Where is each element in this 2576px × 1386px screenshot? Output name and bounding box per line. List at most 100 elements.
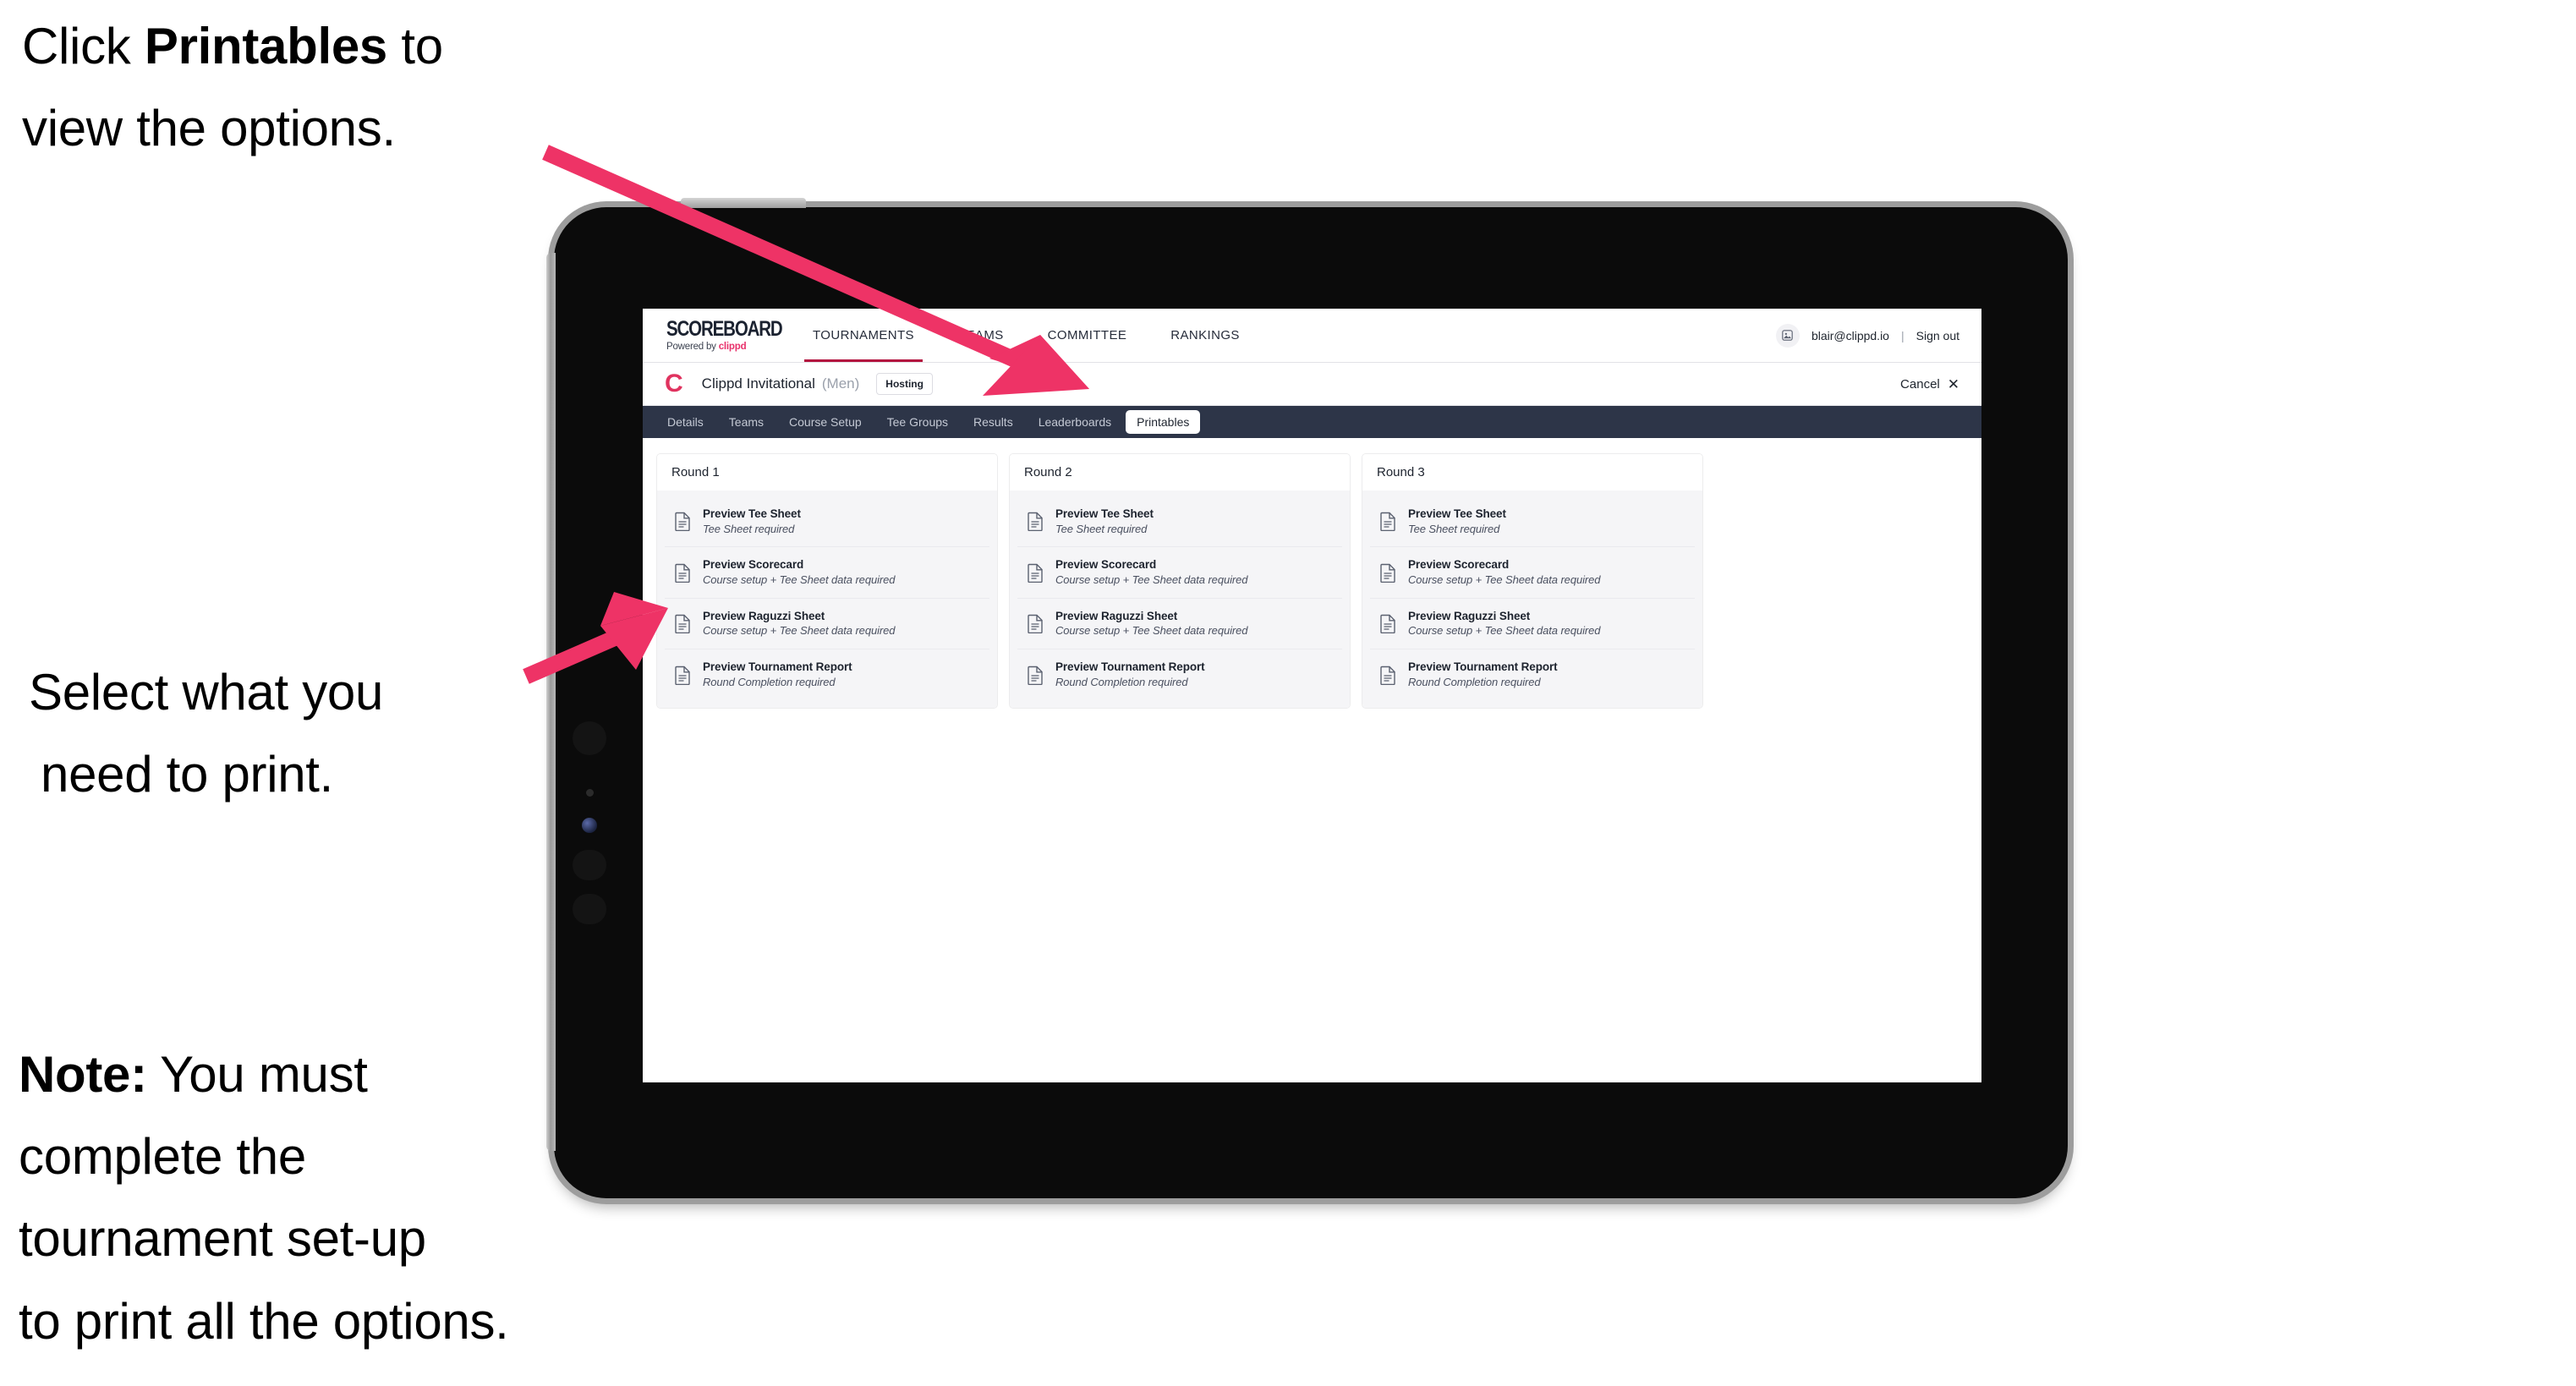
list-item-subtitle: Course setup + Tee Sheet data required	[703, 572, 896, 586]
round-items-list: Preview Tee Sheet Tee Sheet required Pre…	[657, 490, 997, 708]
nav-item-committee[interactable]: COMMITTEE	[1026, 309, 1149, 362]
tab-course-setup[interactable]: Course Setup	[778, 410, 873, 434]
annotation-text-line2: view the options.	[22, 100, 396, 157]
list-item-subtitle: Course setup + Tee Sheet data required	[1055, 624, 1248, 638]
cancel-button[interactable]: Cancel ✕	[1900, 377, 1959, 392]
round-title: Round 3	[1362, 454, 1702, 490]
document-icon	[1028, 512, 1044, 532]
list-item[interactable]: Preview Scorecard Course setup + Tee She…	[1370, 547, 1695, 599]
tournament-gender: (Men)	[821, 375, 860, 392]
annotation-note-rest: You must	[146, 1046, 368, 1103]
list-item-text: Preview Scorecard Course setup + Tee She…	[1055, 558, 1247, 586]
annotation-text-suffix: to	[386, 18, 443, 74]
annotation-text-bold: Printables	[144, 18, 387, 74]
tab-teams[interactable]: Teams	[718, 410, 775, 434]
list-item[interactable]: Preview Raguzzi Sheet Course setup + Tee…	[665, 598, 989, 650]
round-items-list: Preview Tee Sheet Tee Sheet required Pre…	[1010, 490, 1350, 708]
tablet-screen: SCOREBOARD Powered by clippd TOURNAMENTS…	[643, 309, 1981, 1082]
list-item-subtitle: Round Completion required	[703, 675, 836, 688]
annotation-middle-line1: Select what you	[29, 664, 384, 720]
list-item[interactable]: Preview Scorecard Course setup + Tee She…	[665, 547, 989, 599]
annotation-click-printables: Click Printables to view the options.	[22, 5, 580, 169]
list-item-text: Preview Tournament Report Round Completi…	[703, 660, 852, 688]
list-item-text: Preview Raguzzi Sheet Course setup + Tee…	[1055, 610, 1247, 638]
tablet-volume-down-button[interactable]	[573, 850, 606, 880]
list-item-title: Preview Tee Sheet	[1408, 507, 1506, 520]
tab-leaderboards[interactable]: Leaderboards	[1028, 410, 1122, 434]
list-item[interactable]: Preview Tournament Report Round Completi…	[1017, 649, 1342, 700]
list-item-title: Preview Raguzzi Sheet	[1408, 609, 1531, 622]
list-item-subtitle: Tee Sheet required	[1055, 522, 1148, 535]
document-icon	[675, 512, 691, 532]
list-item[interactable]: Preview Raguzzi Sheet Course setup + Tee…	[1370, 598, 1695, 650]
round-items-list: Preview Tee Sheet Tee Sheet required Pre…	[1362, 490, 1702, 708]
logo-brand-name: clippd	[718, 341, 747, 352]
list-item-title: Preview Tournament Report	[703, 660, 852, 674]
list-item-text: Preview Tee Sheet Tee Sheet required	[703, 507, 801, 535]
document-icon	[675, 563, 691, 583]
document-icon	[1028, 666, 1044, 685]
tournament-name: Clippd Invitational	[701, 375, 815, 392]
list-item[interactable]: Preview Tee Sheet Tee Sheet required	[665, 496, 989, 548]
list-item[interactable]: Preview Scorecard Course setup + Tee She…	[1017, 547, 1342, 599]
tab-details[interactable]: Details	[656, 410, 715, 434]
close-icon: ✕	[1947, 375, 1959, 392]
list-item[interactable]: Preview Raguzzi Sheet Course setup + Tee…	[1017, 598, 1342, 650]
annotation-note-line2: complete the	[19, 1128, 306, 1186]
scoreboard-logo[interactable]: SCOREBOARD Powered by clippd	[643, 309, 791, 362]
sign-out-button[interactable]: Sign out	[1916, 329, 1959, 342]
tab-results[interactable]: Results	[962, 410, 1024, 434]
annotation-note-bold: Note:	[19, 1046, 147, 1103]
round-title: Round 2	[1010, 454, 1350, 490]
list-item-subtitle: Course setup + Tee Sheet data required	[1055, 572, 1248, 586]
list-item-text: Preview Tournament Report Round Completi…	[1055, 660, 1205, 688]
list-item[interactable]: Preview Tee Sheet Tee Sheet required	[1370, 496, 1695, 548]
list-item[interactable]: Preview Tee Sheet Tee Sheet required	[1017, 496, 1342, 548]
list-item-subtitle: Course setup + Tee Sheet data required	[1408, 624, 1601, 638]
document-icon	[1380, 563, 1396, 583]
app-header: SCOREBOARD Powered by clippd TOURNAMENTS…	[643, 309, 1981, 363]
logo-wordmark: SCOREBOARD	[666, 316, 783, 341]
tablet-extra-button[interactable]	[573, 894, 606, 924]
clippd-logo-icon: C	[665, 370, 683, 397]
round-column-3: Round 3 Preview Tee Sheet Tee Sheet requ…	[1362, 453, 1703, 709]
document-icon	[1028, 614, 1044, 634]
list-item-subtitle: Course setup + Tee Sheet data required	[1408, 572, 1601, 586]
list-item-title: Preview Scorecard	[703, 558, 804, 572]
user-avatar-icon[interactable]	[1775, 323, 1800, 348]
annotation-select-what-to-print: Select what you need to print.	[29, 651, 553, 815]
logo-tagline: Powered by clippd	[666, 342, 791, 353]
tablet-power-button[interactable]	[681, 198, 806, 208]
tab-printables[interactable]: Printables	[1126, 410, 1201, 434]
annotation-note-line3: tournament set-up	[19, 1210, 426, 1268]
document-icon	[675, 614, 691, 634]
round-title: Round 1	[657, 454, 997, 490]
nav-item-teams[interactable]: TEAMS	[936, 309, 1026, 362]
list-item-text: Preview Tee Sheet Tee Sheet required	[1408, 507, 1506, 535]
account-separator: |	[1900, 328, 1905, 342]
cancel-button-label: Cancel	[1900, 376, 1940, 392]
nav-item-tournaments[interactable]: TOURNAMENTS	[791, 309, 936, 362]
round-column-2: Round 2 Preview Tee Sheet Tee Sheet requ…	[1009, 453, 1351, 709]
document-icon	[1380, 512, 1396, 532]
printables-content: Round 1 Preview Tee Sheet Tee Sheet requ…	[643, 438, 1981, 709]
tablet-sensor-dot	[586, 789, 594, 797]
list-item-subtitle: Tee Sheet required	[1408, 522, 1500, 535]
primary-navigation: TOURNAMENTS TEAMS COMMITTEE RANKINGS	[791, 309, 1262, 362]
list-item[interactable]: Preview Tournament Report Round Completi…	[665, 649, 989, 700]
list-item-text: Preview Raguzzi Sheet Course setup + Tee…	[703, 610, 895, 638]
list-item[interactable]: Preview Tournament Report Round Completi…	[1370, 649, 1695, 700]
list-item-subtitle: Tee Sheet required	[703, 522, 795, 535]
list-item-text: Preview Raguzzi Sheet Course setup + Tee…	[1408, 610, 1600, 638]
tablet-device-frame: SCOREBOARD Powered by clippd TOURNAMENTS…	[546, 198, 2068, 1198]
list-item-subtitle: Course setup + Tee Sheet data required	[703, 624, 896, 638]
nav-item-rankings[interactable]: RANKINGS	[1148, 309, 1262, 362]
tablet-volume-up-button[interactable]	[573, 721, 606, 755]
list-item-text: Preview Tournament Report Round Completi…	[1408, 660, 1558, 688]
list-item-title: Preview Tee Sheet	[703, 507, 801, 520]
annotation-middle-line2: need to print.	[41, 746, 334, 803]
tab-tee-groups[interactable]: Tee Groups	[876, 410, 959, 434]
tournament-header-row: C Clippd Invitational (Men) Hosting Canc…	[643, 363, 1981, 406]
list-item-title: Preview Scorecard	[1055, 558, 1157, 572]
list-item-title: Preview Scorecard	[1408, 558, 1510, 572]
